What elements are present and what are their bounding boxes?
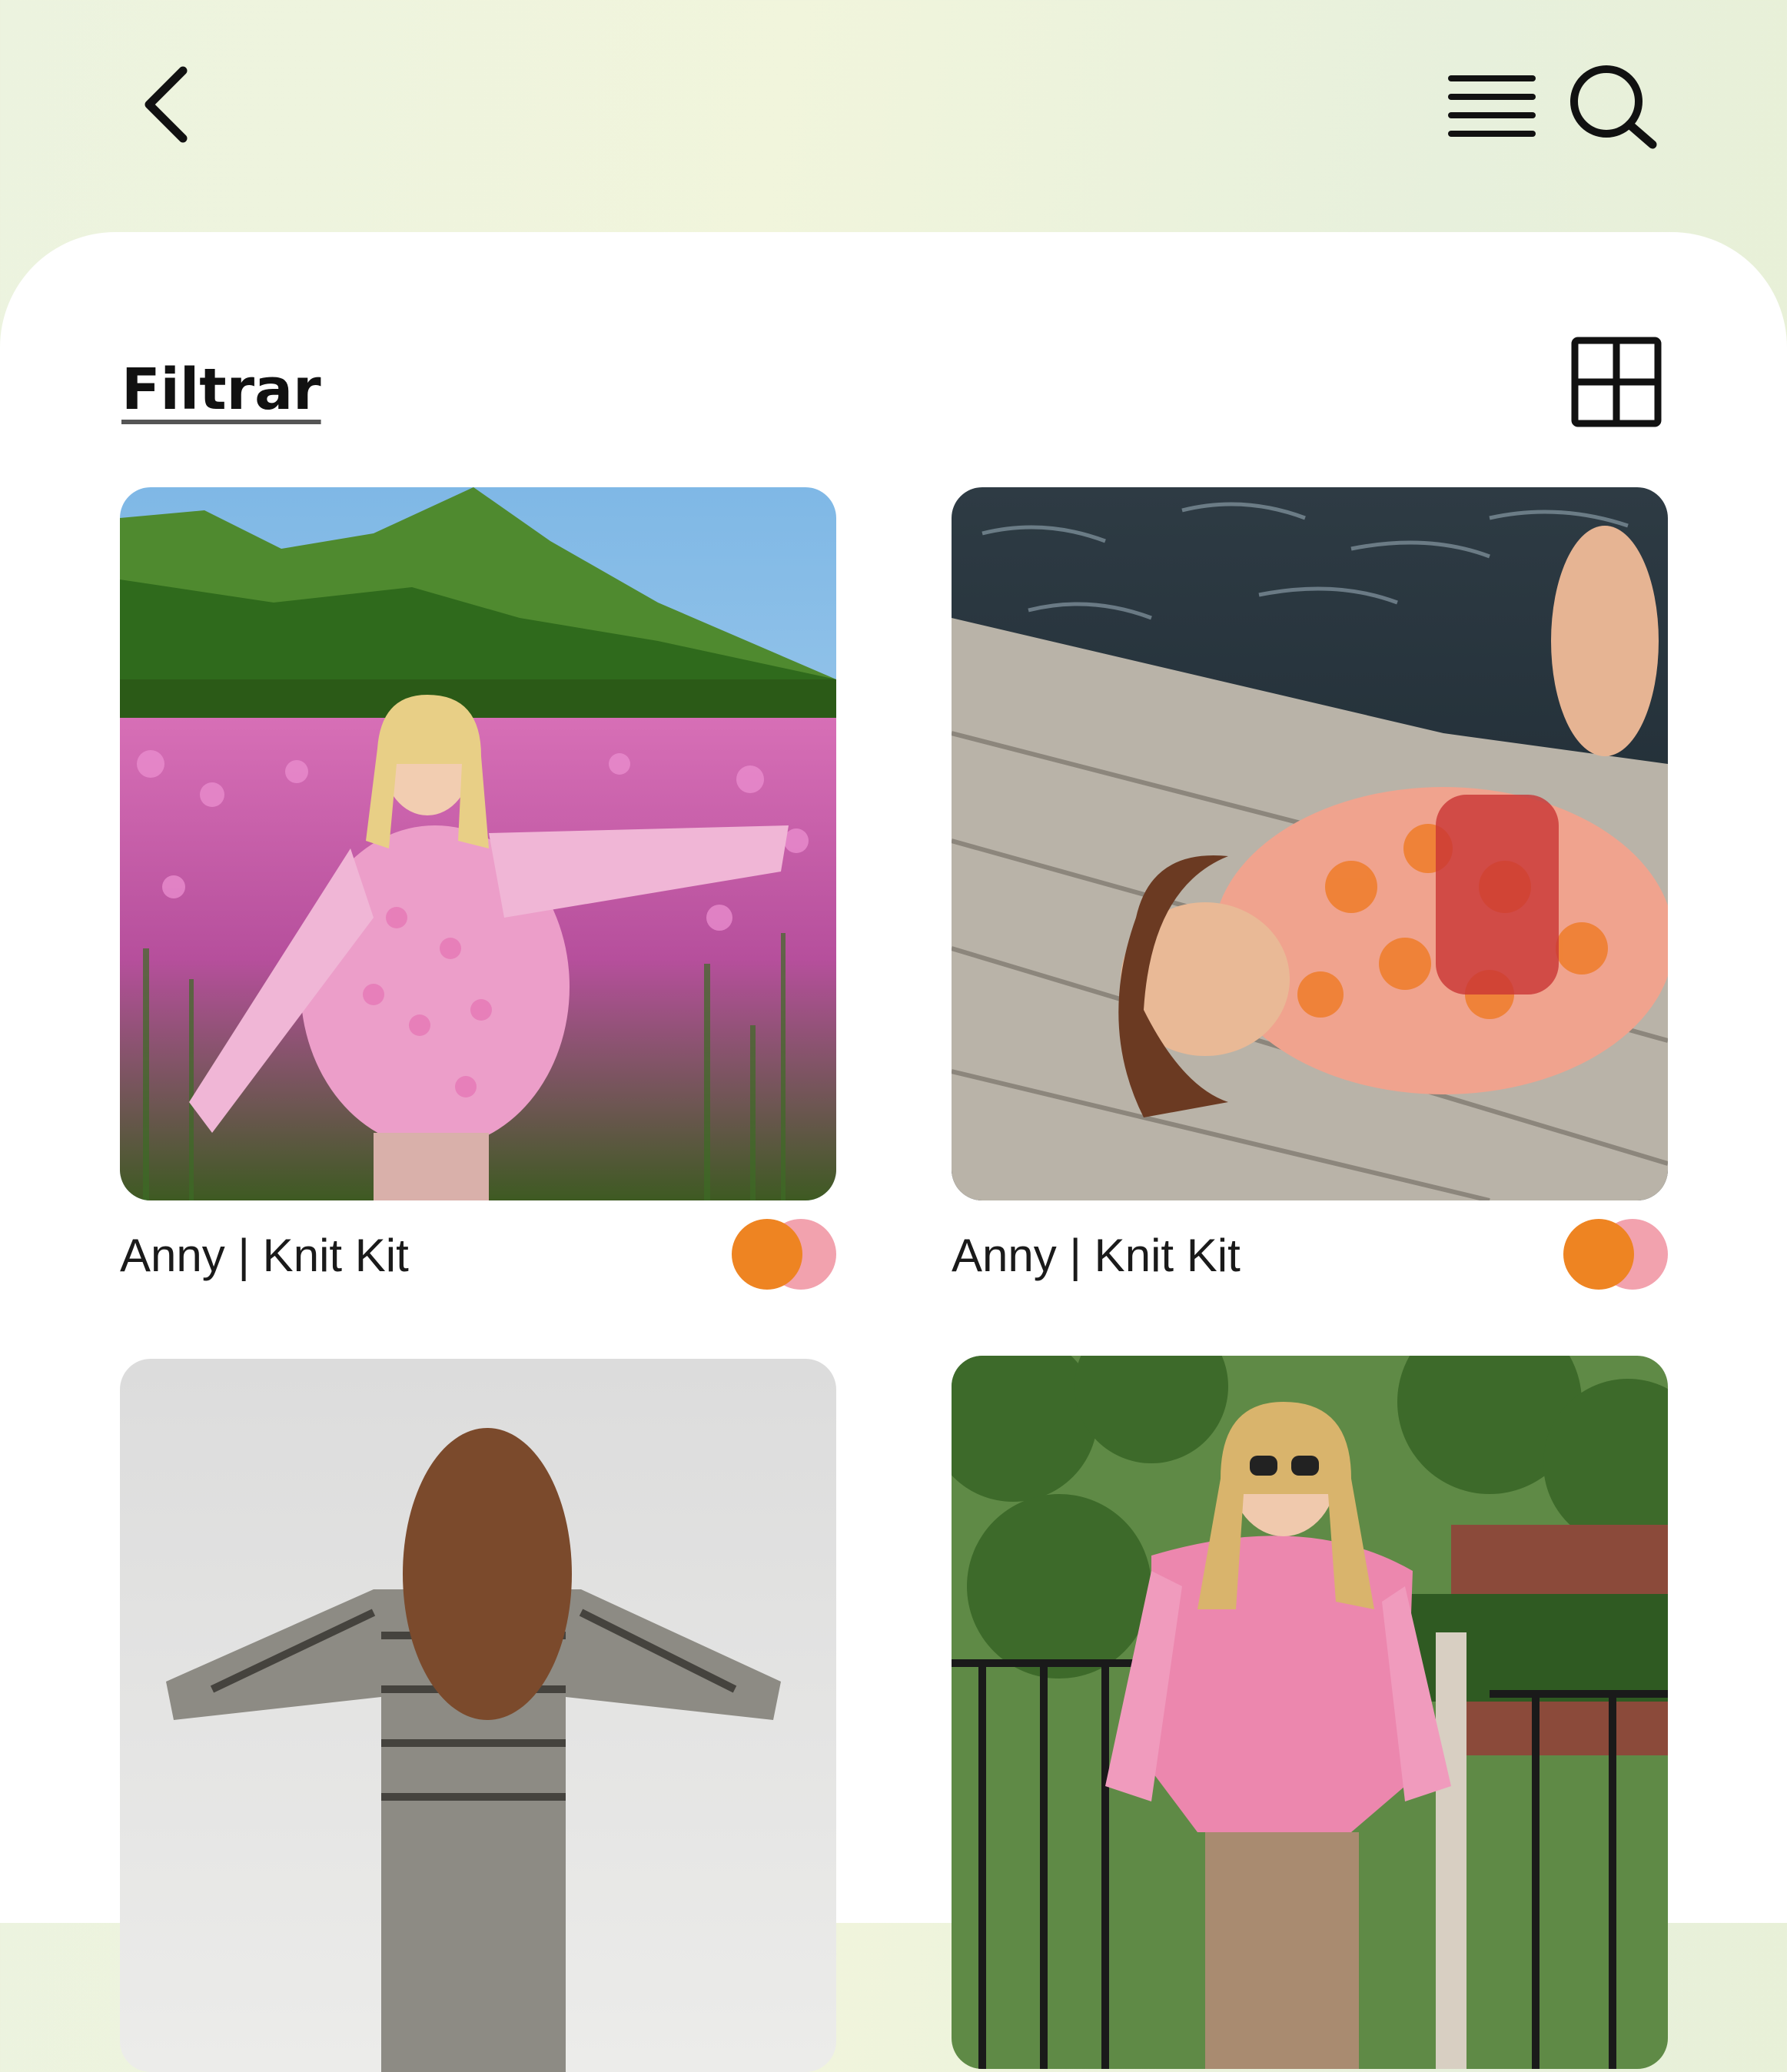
product-card[interactable] bbox=[120, 1359, 836, 2072]
search-button[interactable] bbox=[1565, 60, 1660, 151]
product-image[interactable] bbox=[120, 1359, 836, 2072]
grid-view-icon bbox=[1571, 337, 1662, 427]
product-image[interactable] bbox=[952, 487, 1668, 1200]
product-image[interactable] bbox=[952, 1356, 1668, 2069]
product-card[interactable]: Anny | Knit Kit bbox=[120, 487, 836, 1296]
product-card[interactable]: Anny | Knit Kit bbox=[952, 487, 1668, 1296]
hamburger-menu-icon bbox=[1448, 75, 1536, 137]
menu-button[interactable] bbox=[1445, 69, 1539, 143]
orange-color-swatch bbox=[732, 1219, 802, 1290]
product-image[interactable] bbox=[120, 487, 836, 1200]
product-card[interactable] bbox=[952, 1356, 1668, 2069]
filter-link[interactable]: Filtrar bbox=[121, 361, 321, 418]
chevron-left-icon bbox=[144, 66, 188, 143]
back-button[interactable] bbox=[135, 61, 204, 146]
product-title[interactable]: Anny | Knit Kit bbox=[952, 1233, 1241, 1279]
color-swatches bbox=[732, 1219, 836, 1290]
search-icon bbox=[1570, 65, 1657, 149]
orange-color-swatch bbox=[1563, 1219, 1634, 1290]
color-swatches bbox=[1563, 1219, 1668, 1290]
product-title[interactable]: Anny | Knit Kit bbox=[120, 1233, 409, 1279]
grid-view-toggle[interactable] bbox=[1571, 337, 1662, 427]
